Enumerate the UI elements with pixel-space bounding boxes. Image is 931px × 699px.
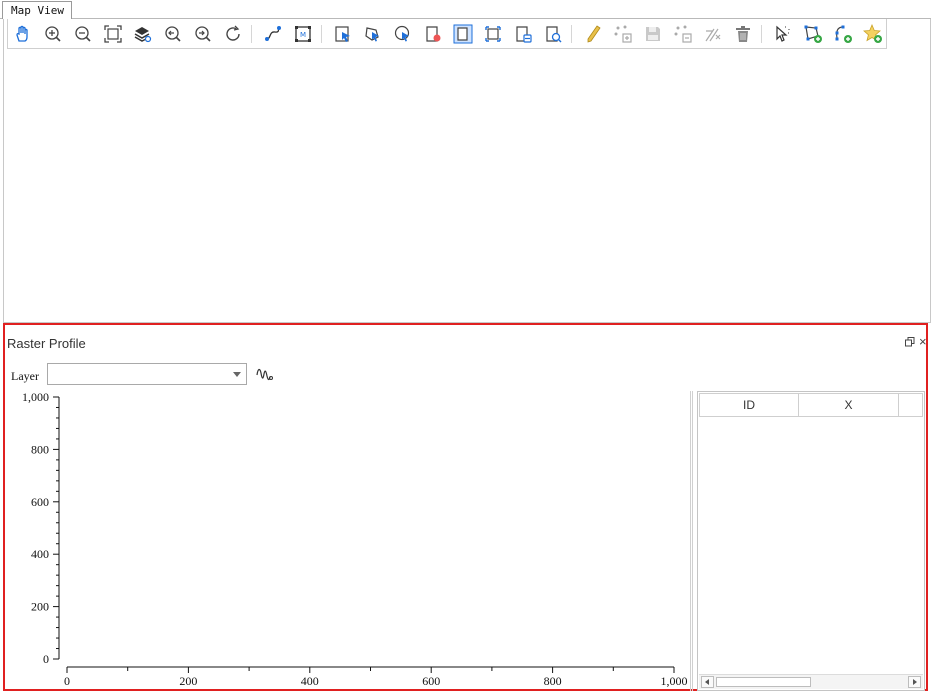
zoom-in-icon[interactable]: [41, 22, 65, 46]
y-tick-label: 400: [31, 547, 49, 561]
toolbar-separator: [761, 25, 762, 43]
select-active-icon[interactable]: [451, 22, 475, 46]
map-view[interactable]: M: [3, 19, 931, 323]
profile-chart: 0 200 400 600 800 1,000 0 200 400 600 800 1,000: [22, 390, 688, 688]
refresh-icon[interactable]: [221, 22, 245, 46]
column-header-x[interactable]: X: [799, 393, 899, 417]
measure-icon[interactable]: [261, 22, 285, 46]
map-toolbar: M: [7, 19, 887, 49]
draw-profile-icon[interactable]: [255, 365, 275, 385]
horizontal-scrollbar[interactable]: [699, 674, 923, 689]
zoom-out-icon[interactable]: [71, 22, 95, 46]
panel-title: Raster Profile: [7, 336, 86, 351]
svg-text:M: M: [300, 31, 306, 39]
table-header: ID X: [699, 393, 923, 417]
profile-table: ID X: [697, 391, 925, 691]
map-image-icon[interactable]: M: [291, 22, 315, 46]
delete-feature-icon[interactable]: [731, 22, 755, 46]
y-tick-label: 800: [31, 442, 49, 456]
chevron-down-icon[interactable]: [233, 372, 241, 377]
x-tick-label: 400: [301, 674, 319, 688]
raster-profile-panel: Raster Profile × Layer 0 200 400 600 800 1,00…: [3, 323, 928, 691]
tab-strip: Map View: [0, 0, 931, 19]
add-point-icon[interactable]: [861, 22, 885, 46]
x-tick-label: 1,000: [661, 674, 688, 688]
close-icon[interactable]: ×: [919, 334, 927, 349]
x-tick-label: 200: [179, 674, 197, 688]
y-tick-label: 200: [31, 600, 49, 614]
edit-pencil-icon[interactable]: [581, 22, 605, 46]
select-all-icon[interactable]: [481, 22, 505, 46]
full-extent-icon[interactable]: [101, 22, 125, 46]
pan-icon[interactable]: [11, 22, 35, 46]
splitter[interactable]: [690, 391, 693, 691]
y-tick-label: 0: [43, 652, 49, 666]
column-header-extra[interactable]: [899, 393, 923, 417]
add-vertex-icon[interactable]: [611, 22, 635, 46]
zoom-to-layer-icon[interactable]: [131, 22, 155, 46]
x-tick-label: 600: [422, 674, 440, 688]
delete-vertex-icon[interactable]: [671, 22, 695, 46]
layer-select[interactable]: [47, 363, 247, 385]
zoom-next-icon[interactable]: [191, 22, 215, 46]
zoom-previous-icon[interactable]: [161, 22, 185, 46]
tab-map-view[interactable]: Map View: [2, 1, 72, 19]
toolbar-separator: [251, 25, 252, 43]
layer-label: Layer: [11, 369, 39, 383]
y-tick-label: 600: [31, 495, 49, 509]
select-by-location-icon[interactable]: [541, 22, 565, 46]
select-features-icon[interactable]: [331, 22, 355, 46]
select-by-polygon-icon[interactable]: [391, 22, 415, 46]
y-tick-label: 1,000: [22, 390, 49, 404]
add-polyline-icon[interactable]: [831, 22, 855, 46]
scroll-thumb[interactable]: [716, 677, 811, 687]
add-polygon-icon[interactable]: [801, 22, 825, 46]
select-by-rectangle-icon[interactable]: [361, 22, 385, 46]
cut-icon[interactable]: [701, 22, 725, 46]
move-feature-icon[interactable]: [771, 22, 795, 46]
x-tick-label: 800: [544, 674, 562, 688]
toolbar-separator: [321, 25, 322, 43]
x-tick-label: 0: [64, 674, 70, 688]
restore-window-icon[interactable]: [905, 337, 915, 350]
toolbar-separator: [571, 25, 572, 43]
save-edits-icon[interactable]: [641, 22, 665, 46]
column-header-id[interactable]: ID: [699, 393, 799, 417]
clear-selection-icon[interactable]: [421, 22, 445, 46]
select-by-attribute-icon[interactable]: [511, 22, 535, 46]
scroll-right-button[interactable]: [908, 676, 921, 688]
scroll-left-button[interactable]: [701, 676, 714, 688]
